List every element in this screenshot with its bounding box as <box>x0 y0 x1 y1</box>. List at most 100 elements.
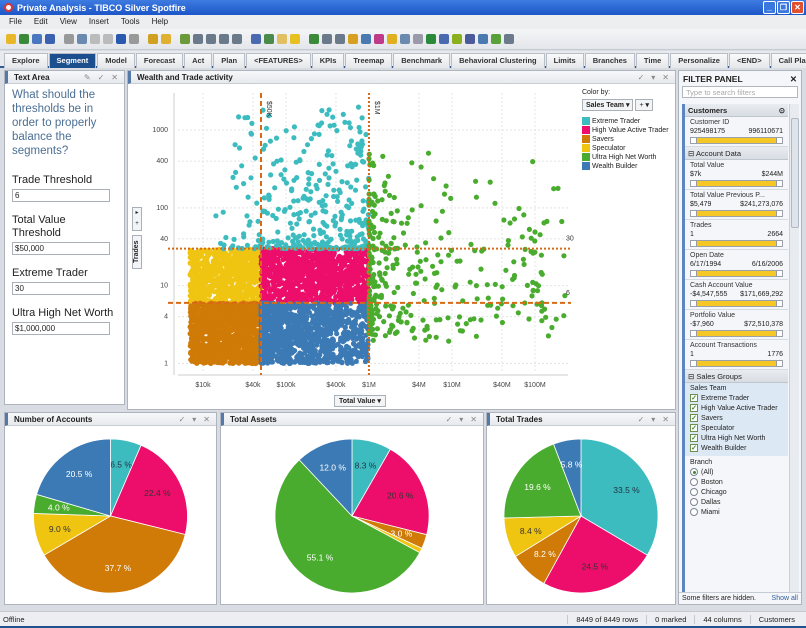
status-table[interactable]: Customers <box>749 614 803 624</box>
radio-item[interactable]: Miami <box>690 508 783 516</box>
chart-icon[interactable] <box>180 34 190 44</box>
menu-insert[interactable]: Insert <box>89 17 109 27</box>
range-slider[interactable] <box>690 240 783 247</box>
tab-segment[interactable]: Segment <box>48 53 97 68</box>
checkbox[interactable]: ✓ <box>690 434 698 442</box>
radio-button[interactable] <box>690 498 698 506</box>
tab-treemap[interactable]: Treemap <box>345 53 393 68</box>
scatter-icon[interactable] <box>400 34 410 44</box>
undo-icon[interactable] <box>116 34 126 44</box>
new-page-icon[interactable] <box>309 34 319 44</box>
x-axis-selector[interactable]: Total Value ▾ <box>334 395 386 407</box>
number-of-accounts-pie[interactable]: 6.5 %22.4 %37.7 %9.0 %4.0 %20.5 % <box>5 426 216 604</box>
copy-icon[interactable] <box>90 34 100 44</box>
menu-help[interactable]: Help <box>152 17 168 27</box>
tab-act[interactable]: Act <box>184 53 213 68</box>
checkbox[interactable]: ✓ <box>690 444 698 452</box>
sales-groups-section[interactable]: ⊟ Sales Groups <box>685 370 788 383</box>
filter-scrollbar[interactable] <box>789 104 799 592</box>
print-icon[interactable] <box>64 34 74 44</box>
legend-item[interactable]: Wealth Builder <box>582 162 669 170</box>
checkbox[interactable]: ✓ <box>690 424 698 432</box>
dropdown-icon[interactable]: ▾ <box>192 415 196 424</box>
check-icon[interactable]: ✓ <box>179 415 186 424</box>
tab-model[interactable]: Model <box>97 53 135 68</box>
3d-scatter-icon[interactable] <box>413 34 423 44</box>
checkbox-item[interactable]: ✓ Savers <box>690 414 783 422</box>
close-icon[interactable]: ✕ <box>111 73 118 82</box>
customers-section[interactable]: Customers ⊙ <box>685 104 788 117</box>
check-icon[interactable]: ✓ <box>446 415 453 424</box>
filter-search-input[interactable]: Type to search filters <box>682 86 798 98</box>
layout-grid-icon[interactable] <box>193 34 203 44</box>
box-plot-icon[interactable] <box>491 34 501 44</box>
tab-forecast[interactable]: Forecast <box>135 53 184 68</box>
checkbox-item[interactable]: ✓ Wealth Builder <box>690 444 783 452</box>
y-axis-selector[interactable]: Trades <box>132 235 142 269</box>
table-icon[interactable] <box>322 34 332 44</box>
parallel-icon[interactable] <box>465 34 475 44</box>
tab-behavioral-clustering[interactable]: Behavioral Clustering <box>451 53 545 68</box>
close-icon[interactable]: ✕ <box>470 415 477 424</box>
restore-button[interactable]: ❐ <box>777 1 790 14</box>
close-button[interactable]: ✕ <box>791 1 804 14</box>
tag-icon[interactable] <box>277 34 287 44</box>
total-value-threshold-input[interactable]: $50,000 <box>12 242 110 255</box>
radio-item[interactable]: (All) <box>690 468 783 476</box>
close-icon[interactable]: ✕ <box>662 415 669 424</box>
range-slider[interactable] <box>690 180 783 187</box>
paste-icon[interactable] <box>103 34 113 44</box>
menu-file[interactable]: File <box>9 17 22 27</box>
tab-time[interactable]: Time <box>635 53 670 68</box>
radio-button[interactable] <box>690 468 698 476</box>
redo-icon[interactable] <box>129 34 139 44</box>
export-icon[interactable] <box>77 34 87 44</box>
range-slider[interactable] <box>690 330 783 337</box>
dropdown-icon[interactable]: ▾ <box>459 415 463 424</box>
treemap-icon[interactable] <box>439 34 449 44</box>
radio-item[interactable]: Dallas <box>690 498 783 506</box>
crosstab-icon[interactable] <box>335 34 345 44</box>
save-icon[interactable] <box>45 34 55 44</box>
y-axis-scroll[interactable]: ▸ + <box>132 207 142 231</box>
text-area-icon[interactable] <box>504 34 514 44</box>
legend-item[interactable]: Speculator <box>582 144 669 152</box>
tab-end[interactable]: <END> <box>728 53 770 68</box>
bookmark-icon[interactable] <box>161 34 171 44</box>
tab-plan[interactable]: Plan <box>213 53 246 68</box>
back-icon[interactable] <box>19 34 29 44</box>
close-icon[interactable]: ✕ <box>203 415 210 424</box>
bar-chart-icon[interactable] <box>348 34 358 44</box>
pie-chart-icon[interactable] <box>387 34 397 44</box>
collapse-icon[interactable]: ⊙ <box>779 106 785 115</box>
combo-chart-icon[interactable] <box>374 34 384 44</box>
checkbox-item[interactable]: ✓ Extreme Trader <box>690 394 783 402</box>
legend-item[interactable]: Ultra High Net Worth <box>582 153 669 161</box>
tab-features[interactable]: <FEATURES> <box>246 53 311 68</box>
filter-icon[interactable] <box>251 34 261 44</box>
reset-icon[interactable] <box>148 34 158 44</box>
checkbox[interactable]: ✓ <box>690 414 698 422</box>
total-trades-pie[interactable]: 33.5 %24.5 %8.2 %8.4 %19.6 %5.8 % <box>487 426 675 604</box>
details-icon[interactable] <box>264 34 274 44</box>
legend-item[interactable]: Extreme Trader <box>582 117 669 125</box>
checkbox-item[interactable]: ✓ Ultra High Net Worth <box>690 434 783 442</box>
minimize-button[interactable]: _ <box>763 1 776 14</box>
checkbox[interactable]: ✓ <box>690 394 698 402</box>
tab-explore[interactable]: Explore <box>4 53 48 68</box>
dropdown-icon[interactable]: ▾ <box>651 73 655 82</box>
extreme-trader-input[interactable]: 30 <box>12 282 110 295</box>
range-slider[interactable] <box>690 270 783 277</box>
open-icon[interactable] <box>6 34 16 44</box>
checkbox[interactable]: ✓ <box>690 404 698 412</box>
tab-call-plai[interactable]: Call Plai <box>770 53 806 68</box>
radio-button[interactable] <box>690 478 698 486</box>
color-by-select[interactable]: Sales Team ▾ <box>582 99 634 111</box>
range-slider[interactable] <box>690 300 783 307</box>
legend-item[interactable]: High Value Active Trader <box>582 126 669 134</box>
color-by-add[interactable]: + ▾ <box>635 99 654 111</box>
total-assets-pie[interactable]: 8.3 %20.6 %3.0 %55.1 %12.0 % <box>221 426 483 604</box>
refresh-icon[interactable] <box>32 34 42 44</box>
legend-item[interactable]: Savers <box>582 135 669 143</box>
check-icon[interactable]: ✓ <box>638 415 645 424</box>
